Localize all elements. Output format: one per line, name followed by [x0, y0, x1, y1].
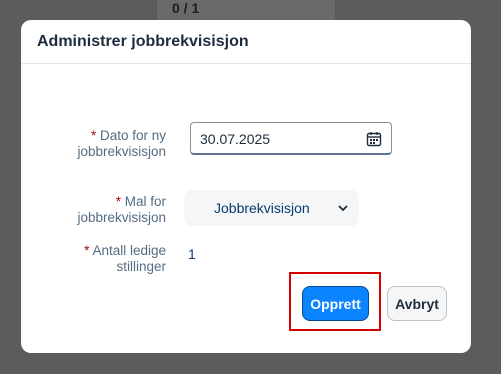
- calendar-icon[interactable]: [366, 131, 382, 147]
- required-marker: *: [90, 128, 97, 143]
- chevron-down-icon[interactable]: [337, 202, 349, 214]
- openings-value: 1: [188, 246, 196, 262]
- openings-label-line1: Antall ledige: [92, 243, 166, 258]
- required-marker: *: [84, 243, 90, 258]
- dialog-header: Administrer jobbrekvisisjon: [21, 20, 471, 64]
- date-label: * Dato for ny jobbrekvisisjon: [21, 128, 166, 160]
- date-label-line1: Dato for ny: [99, 128, 166, 143]
- date-input[interactable]: 30.07.2025: [190, 122, 392, 155]
- openings-label-line2: stillinger: [116, 259, 166, 274]
- dialog-title: Administrer jobbrekvisisjon: [37, 33, 249, 50]
- openings-label: * Antall ledige stillinger: [21, 243, 166, 275]
- template-label: * Mal for jobbrekvisisjon: [21, 194, 166, 226]
- date-value[interactable]: 30.07.2025: [200, 131, 270, 147]
- create-button[interactable]: Opprett: [302, 286, 369, 321]
- required-marker: *: [115, 194, 121, 209]
- template-select-value[interactable]: Jobbrekvisisjon: [214, 200, 310, 216]
- template-label-line2: jobbrekvisisjon: [77, 210, 166, 225]
- manage-requisition-dialog: Administrer jobbrekvisisjon * Dato for n…: [21, 20, 471, 353]
- template-label-line1: Mal for: [124, 194, 166, 209]
- background-counter: 0 / 1: [172, 0, 200, 16]
- template-select[interactable]: Jobbrekvisisjon: [184, 190, 359, 226]
- cancel-button[interactable]: Avbryt: [387, 286, 447, 321]
- date-label-line2: jobbrekvisisjon: [77, 144, 166, 159]
